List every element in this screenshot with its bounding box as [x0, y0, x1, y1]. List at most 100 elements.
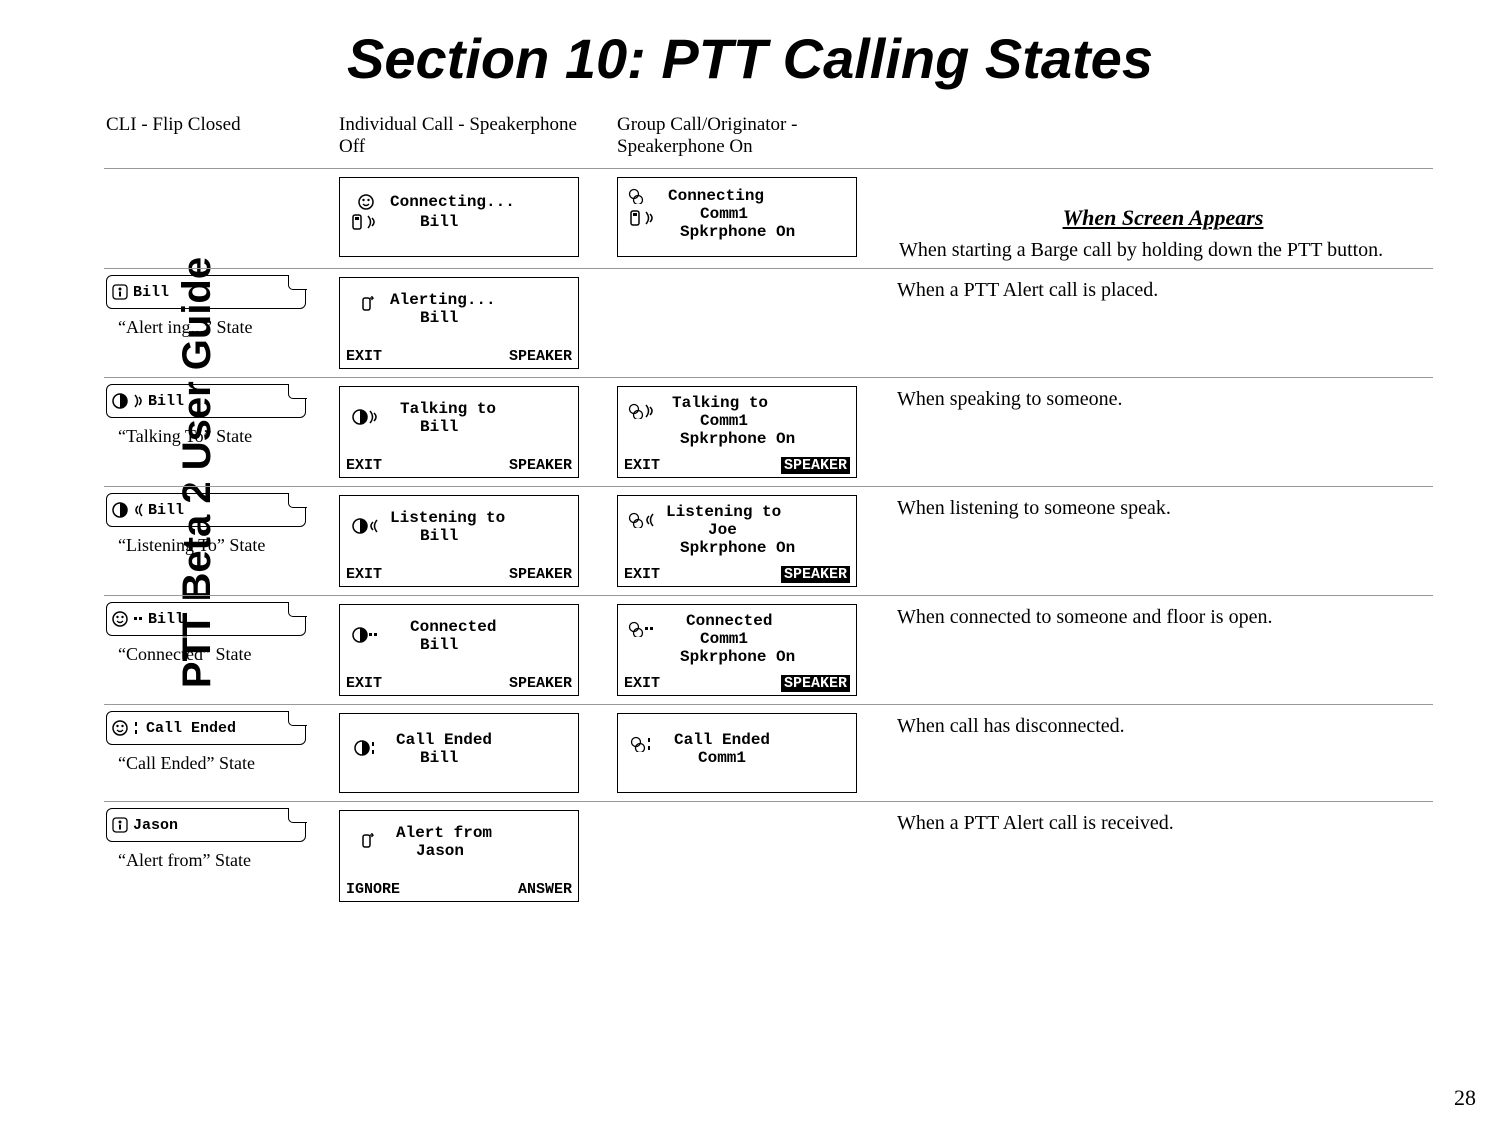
screen-connecting-ind: Connecting... Bill: [339, 177, 579, 257]
face-icon: [112, 720, 128, 736]
row-desc: When a PTT Alert call is placed.: [893, 271, 1433, 375]
line: Connecting: [668, 188, 764, 204]
softkey-left: EXIT: [624, 675, 660, 692]
softkey-left: EXIT: [346, 348, 382, 365]
line: Spkrphone On: [680, 540, 795, 556]
page-number: 28: [1454, 1085, 1476, 1111]
state-table: CLI - Flip Closed Individual Call - Spea…: [104, 110, 1484, 908]
info-icon: [112, 284, 128, 300]
face-icon: [112, 611, 128, 627]
softkey-right: SPEAKER: [509, 675, 572, 692]
row-desc: When speaking to someone.: [893, 380, 1433, 484]
waves-icon: [368, 409, 380, 425]
page-title: Section 10: PTT Calling States: [347, 26, 1153, 91]
softkey-left: IGNORE: [346, 881, 400, 898]
line: Call Ended: [396, 732, 492, 748]
line: Comm1: [700, 631, 748, 647]
line: Talking to: [400, 401, 496, 417]
line: Listening to: [666, 504, 781, 520]
waves-in-icon: [644, 512, 654, 528]
line: Alert from: [396, 825, 492, 841]
screen-talking-ind: Talking to Bill EXIT SPEAKER: [339, 386, 579, 478]
phone-speaker-icon: [628, 210, 644, 226]
bars-icon: [133, 720, 141, 736]
row-desc: When starting a Barge call by holding do…: [895, 231, 1431, 262]
waves-icon: [366, 214, 382, 230]
two-face-icon: [630, 736, 646, 752]
bars-icon: [646, 736, 654, 752]
line: Talking to: [672, 395, 768, 411]
two-face-icon: [628, 512, 644, 528]
closed-ended: Call Ended: [106, 711, 306, 745]
line: Bill: [420, 214, 458, 230]
row-desc: When listening to someone speak.: [893, 489, 1433, 593]
line: Connecting...: [390, 194, 515, 210]
line: Bill: [420, 637, 458, 653]
state-label: “Call Ended” State: [106, 745, 327, 774]
screen-talking-grp: Talking to Comm1 Spkrphone On EXIT SPEAKE…: [617, 386, 857, 478]
waves-in-icon: [133, 502, 143, 518]
screen-listening-grp: Listening to Joe Spkrphone On EXIT SPEAKE…: [617, 495, 857, 587]
closed-name: Bill: [148, 393, 184, 410]
face-half-icon: [352, 518, 368, 534]
dash-icon: [133, 611, 143, 627]
line: Spkrphone On: [680, 224, 795, 240]
face-half-icon: [352, 627, 368, 643]
face-half-icon: [352, 409, 368, 425]
dash-icon: [644, 621, 654, 637]
closed-name: Bill: [133, 284, 169, 301]
closed-alerting: Bill: [106, 275, 306, 309]
line: Bill: [420, 419, 458, 435]
dash-icon: [368, 627, 380, 643]
softkey-left: EXIT: [624, 457, 660, 474]
softkey-left: EXIT: [624, 566, 660, 583]
screen-connecting-grp: Connecting Comm1 Spkrphone On: [617, 177, 857, 257]
col2-header: Individual Call - Speakerphone Off: [337, 110, 607, 166]
closed-connected: Bill: [106, 602, 306, 636]
screen-alerting: Alerting... Bill EXITSPEAKER: [339, 277, 579, 369]
softkey-right: ANSWER: [518, 881, 572, 898]
info-icon: [112, 817, 128, 833]
softkey-left: EXIT: [346, 675, 382, 692]
bars-icon: [370, 740, 378, 756]
two-face-icon: [628, 188, 644, 204]
line: Bill: [420, 310, 458, 326]
state-label: “Alert from” State: [106, 842, 327, 871]
softkey-left: EXIT: [346, 457, 382, 474]
softkey-right: SPEAKER: [781, 566, 850, 583]
line: Call Ended: [674, 732, 770, 748]
phone-arrow-icon: [362, 296, 378, 312]
face-half-icon: [112, 393, 128, 409]
two-face-icon: [628, 621, 644, 637]
state-label: “Talking To” State: [106, 418, 327, 447]
closed-name: Bill: [148, 611, 184, 628]
state-label: “Alert ing...” State: [106, 309, 327, 338]
waves-icon: [133, 393, 143, 409]
state-label: “Listening To” State: [106, 527, 327, 556]
line: Alerting...: [390, 292, 496, 308]
softkey-right: SPEAKER: [781, 457, 850, 474]
waves-icon: [644, 403, 654, 419]
line: Spkrphone On: [680, 649, 795, 665]
softkey-right: SPEAKER: [509, 457, 572, 474]
line: Comm1: [700, 413, 748, 429]
phone-speaker-icon: [350, 214, 366, 230]
line: Listening to: [390, 510, 505, 526]
state-label: “Connected” State: [106, 636, 327, 665]
line: Joe: [708, 522, 737, 538]
phone-arrow-icon: [362, 833, 378, 849]
line: Spkrphone On: [680, 431, 795, 447]
row-desc: When a PTT Alert call is received.: [893, 804, 1433, 908]
softkey-left: EXIT: [346, 566, 382, 583]
screen-ended-ind: Call Ended Bill: [339, 713, 579, 793]
line: Jason: [416, 843, 464, 859]
closed-talking: Bill: [106, 384, 306, 418]
closed-name: Bill: [148, 502, 184, 519]
screen-alertfrom: Alert from Jason IGNORE ANSWER: [339, 810, 579, 902]
softkey-right: SPEAKER: [509, 566, 572, 583]
closed-alertfrom: Jason: [106, 808, 306, 842]
closed-name: Jason: [133, 817, 178, 834]
row-desc: When connected to someone and floor is o…: [893, 598, 1433, 702]
line: Connected: [410, 619, 496, 635]
screen-listening-ind: Listening to Bill EXITSPEAKER: [339, 495, 579, 587]
